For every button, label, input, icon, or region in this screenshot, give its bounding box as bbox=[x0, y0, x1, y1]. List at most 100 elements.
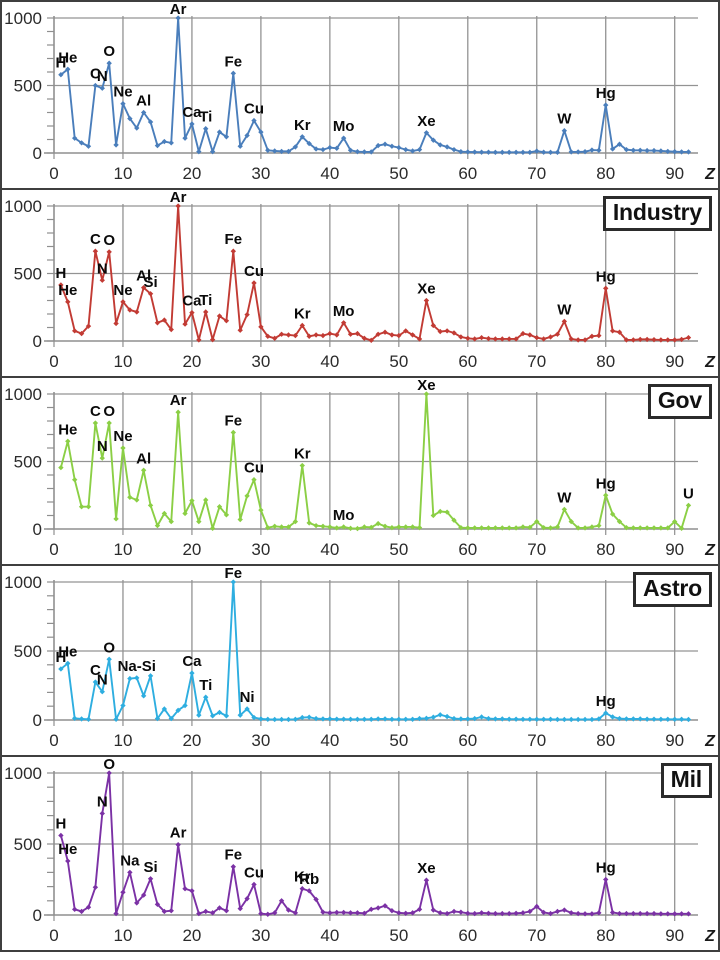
data-point-marker bbox=[182, 886, 188, 892]
data-point-marker bbox=[658, 337, 664, 343]
x-axis-tick-label: 80 bbox=[596, 731, 615, 750]
data-point-marker bbox=[665, 716, 671, 722]
data-point-marker bbox=[672, 716, 678, 722]
plot-area-4: 050010000 10 20 30 40 50 60 70 80 90 ZHHeCNONa-Si C… bbox=[4, 566, 716, 750]
data-point-marker bbox=[568, 149, 574, 155]
data-point-marker bbox=[665, 337, 671, 343]
element-label-mo: Mo bbox=[333, 303, 355, 320]
data-point-marker bbox=[368, 716, 374, 722]
data-point-marker bbox=[354, 716, 361, 722]
element-label-n: N bbox=[97, 260, 108, 277]
data-point-marker bbox=[244, 493, 250, 499]
x-axis-tick-label: 10 bbox=[114, 352, 133, 371]
y-axis-tick-label: 0 bbox=[33, 520, 42, 539]
data-point-marker bbox=[292, 716, 299, 722]
plot-area-5: 0 500 1000 0 10 20 30 40 50 60 70 80 90 Z H He N O Na Si Ar F… bbox=[4, 757, 716, 945]
data-point-marker bbox=[106, 656, 112, 662]
data-point-marker bbox=[168, 140, 174, 146]
data-point-marker bbox=[492, 149, 499, 156]
y-axis-tick-label: 0 bbox=[33, 906, 42, 925]
element-label-hg: Hg bbox=[596, 693, 616, 710]
data-point-marker bbox=[265, 716, 271, 722]
data-point-marker bbox=[685, 502, 692, 509]
y-axis-tick-label: 500 bbox=[14, 835, 42, 854]
element-label-na: Na bbox=[120, 852, 140, 869]
data-point-marker bbox=[451, 146, 457, 153]
element-label-cu: Cu bbox=[244, 101, 264, 118]
data-point-marker bbox=[382, 329, 388, 335]
data-point-marker bbox=[120, 889, 126, 895]
element-label-kr: Kr bbox=[294, 446, 311, 463]
element-label-xe: Xe bbox=[417, 860, 435, 877]
element-label-n: N bbox=[97, 438, 108, 455]
x-axis-tick-label: 30 bbox=[251, 352, 270, 371]
element-label-u: U bbox=[683, 485, 694, 502]
element-label-w: W bbox=[557, 111, 572, 128]
data-point-marker bbox=[478, 714, 485, 720]
element-label-hg: Hg bbox=[596, 268, 616, 285]
data-point-marker bbox=[637, 147, 643, 153]
data-point-marker bbox=[175, 409, 181, 415]
data-point-marker bbox=[644, 716, 650, 722]
data-point-marker bbox=[651, 716, 657, 722]
element-label-w: W bbox=[557, 489, 572, 506]
data-point-marker bbox=[575, 716, 581, 723]
element-label-hg: Hg bbox=[596, 475, 616, 492]
data-point-marker bbox=[403, 716, 409, 722]
element-label-mo: Mo bbox=[333, 118, 355, 135]
data-point-marker bbox=[85, 716, 92, 722]
data-point-marker bbox=[589, 716, 595, 723]
y-axis-tick-label: 0 bbox=[33, 144, 42, 163]
element-label-cu: Cu bbox=[244, 864, 264, 881]
data-point-marker bbox=[147, 502, 154, 509]
element-label-n: N bbox=[97, 793, 108, 810]
data-point-marker bbox=[285, 332, 292, 338]
data-point-marker bbox=[561, 716, 568, 723]
data-point-marker bbox=[251, 477, 257, 483]
data-point-marker bbox=[478, 149, 485, 155]
data-point-marker bbox=[561, 907, 568, 913]
data-point-marker bbox=[78, 504, 85, 510]
x-axis-tick-label: 60 bbox=[458, 926, 477, 945]
data-point-marker bbox=[403, 146, 409, 153]
data-point-marker bbox=[630, 525, 636, 531]
y-axis-tick-label: 500 bbox=[14, 642, 42, 661]
data-point-marker bbox=[203, 908, 209, 915]
element-label-fe: Fe bbox=[225, 847, 243, 864]
data-point-marker bbox=[265, 911, 271, 917]
element-label-h: H bbox=[55, 815, 66, 832]
data-point-marker bbox=[99, 455, 105, 461]
x-axis-tick-label: 0 bbox=[49, 164, 58, 183]
data-point-marker bbox=[520, 149, 526, 156]
data-point-marker bbox=[189, 670, 195, 676]
x-axis-tick-label: 20 bbox=[182, 926, 201, 945]
x-axis-title: Z bbox=[704, 733, 716, 750]
data-point-marker bbox=[334, 716, 340, 722]
x-axis-tick-label: 30 bbox=[251, 164, 270, 183]
element-label-si: Si bbox=[143, 859, 157, 876]
element-label-fe: Fe bbox=[225, 412, 243, 429]
element-label-he: He bbox=[58, 282, 77, 299]
panel-badge-astro: Astro bbox=[632, 572, 712, 607]
data-point-marker bbox=[478, 525, 485, 531]
data-point-marker bbox=[340, 716, 347, 722]
data-point-marker bbox=[278, 716, 285, 723]
x-axis-tick-label: 70 bbox=[527, 926, 546, 945]
data-point-marker bbox=[113, 142, 119, 148]
element-label-hg: Hg bbox=[596, 860, 616, 877]
data-point-marker bbox=[534, 716, 540, 722]
x-axis-tick-label: 40 bbox=[320, 926, 339, 945]
element-label-ar: Ar bbox=[170, 825, 187, 842]
data-point-marker bbox=[520, 716, 526, 722]
data-point-marker bbox=[603, 876, 609, 883]
data-point-marker bbox=[678, 149, 685, 155]
x-axis-tick-label: 70 bbox=[527, 540, 546, 559]
element-label-si: Si bbox=[143, 274, 157, 291]
x-axis-title: Z bbox=[704, 166, 716, 183]
chart-panel-3: 0 500 1000 0 10 20 30 40 50 60 70 80 90 Z He C N O Ne Al Ar F… bbox=[0, 376, 720, 566]
data-point-marker bbox=[527, 149, 533, 156]
data-point-marker bbox=[134, 497, 140, 503]
data-point-marker bbox=[416, 146, 423, 153]
data-point-marker bbox=[568, 716, 574, 723]
element-label-ti: Ti bbox=[199, 109, 212, 126]
